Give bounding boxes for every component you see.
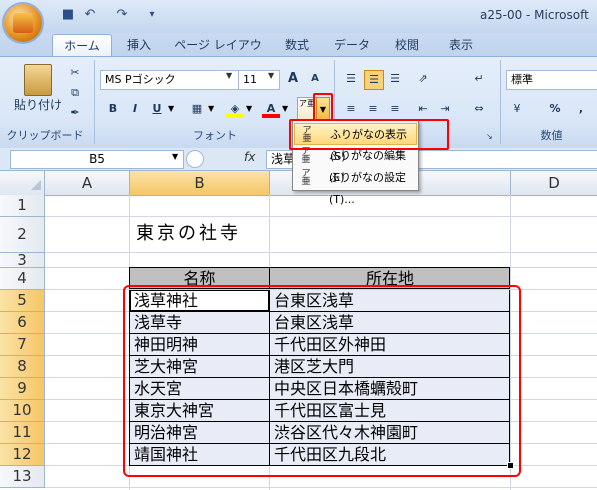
- align-middle-icon[interactable]: ☰: [364, 70, 384, 90]
- paste-icon[interactable]: [24, 64, 52, 96]
- column-header-d[interactable]: D: [511, 171, 597, 196]
- name-box-dropdown-icon[interactable]: ▼: [172, 152, 178, 161]
- merge-center-icon[interactable]: ⇔: [470, 100, 488, 118]
- tab-review[interactable]: 校閲: [390, 34, 424, 56]
- borders-dropdown-icon[interactable]: ▼: [208, 104, 214, 113]
- tab-data[interactable]: データ: [332, 34, 372, 56]
- office-button[interactable]: [4, 4, 42, 42]
- menu-item-highlight: [289, 119, 449, 150]
- cut-icon[interactable]: ✂: [66, 64, 84, 82]
- insert-function-button[interactable]: fx: [244, 150, 255, 164]
- font-name-dropdown-icon[interactable]: ▼: [226, 71, 232, 80]
- row-header-11[interactable]: 11: [0, 422, 45, 444]
- increase-indent-icon[interactable]: ⇥: [436, 100, 454, 118]
- align-center-icon[interactable]: ≡: [364, 100, 382, 118]
- formula-bar-scroll-icon[interactable]: [186, 150, 204, 168]
- bold-button[interactable]: B: [104, 100, 122, 118]
- selection-highlight: [123, 285, 521, 477]
- gridline: [45, 487, 597, 488]
- wrap-text-icon[interactable]: ↵: [470, 70, 488, 88]
- menu-item-label: ふりがなの設定(T)...: [329, 171, 406, 206]
- align-left-icon[interactable]: ≡: [342, 100, 360, 118]
- alignment-launcher-icon[interactable]: ↘: [486, 132, 493, 141]
- number-group-label: 数値: [540, 129, 563, 142]
- currency-icon[interactable]: ¥: [508, 100, 526, 118]
- fill-color-icon[interactable]: ◈: [226, 100, 244, 118]
- row-header-7[interactable]: 7: [0, 334, 45, 356]
- tab-formulas[interactable]: 数式: [280, 34, 314, 56]
- underline-button[interactable]: U: [148, 100, 166, 118]
- grow-font-button[interactable]: A: [284, 70, 302, 88]
- row-header-13[interactable]: 13: [0, 466, 45, 488]
- row-header-10[interactable]: 10: [0, 400, 45, 422]
- row-header-1[interactable]: 1: [0, 195, 45, 217]
- tab-view[interactable]: 表示: [444, 34, 478, 56]
- align-right-icon[interactable]: ≡: [386, 100, 404, 118]
- sheet-title[interactable]: 東京の社寺: [136, 222, 241, 246]
- gridline: [45, 252, 597, 253]
- redo-icon[interactable]: ↷: [114, 7, 130, 23]
- row-header-12[interactable]: 12: [0, 444, 45, 466]
- shrink-font-button[interactable]: A: [306, 70, 324, 88]
- office-logo-icon: [13, 13, 33, 33]
- row-header-3[interactable]: 3: [0, 253, 45, 268]
- row-header-2[interactable]: 2: [0, 217, 45, 253]
- align-bottom-icon[interactable]: ☰: [386, 70, 404, 88]
- column-header-b[interactable]: B: [130, 171, 270, 196]
- tab-insert[interactable]: 挿入: [122, 34, 156, 56]
- format-painter-icon[interactable]: ✒: [66, 104, 84, 122]
- row-header-9[interactable]: 9: [0, 378, 45, 400]
- window-title: a25-00 - Microsoft: [480, 8, 589, 22]
- underline-dropdown-icon[interactable]: ▼: [168, 104, 174, 113]
- tab-page-layout[interactable]: ページ レイアウト: [170, 34, 266, 74]
- save-icon[interactable]: ■: [60, 7, 76, 23]
- clipboard-group-label: クリップボード: [6, 129, 84, 142]
- fill-color-dropdown-icon[interactable]: ▼: [246, 104, 252, 113]
- copy-icon[interactable]: ⧉: [66, 84, 84, 102]
- name-box[interactable]: B5: [10, 150, 184, 169]
- number-format-box[interactable]: 標準: [506, 70, 597, 90]
- orientation-icon[interactable]: ⇗: [414, 70, 432, 88]
- menu-item-furigana-settings[interactable]: ア亜 ふりがなの設定(T)...: [294, 167, 417, 207]
- row-header-4[interactable]: 4: [0, 268, 45, 290]
- font-name-box[interactable]: MS Pゴシック: [100, 70, 240, 90]
- furigana-edit-icon: ア亜: [301, 147, 311, 165]
- furigana-settings-icon: ア亜: [301, 169, 311, 187]
- gridline: [45, 216, 597, 217]
- group-divider: [500, 60, 501, 144]
- decrease-indent-icon[interactable]: ⇤: [414, 100, 432, 118]
- font-color-button[interactable]: A: [262, 100, 280, 118]
- comma-button[interactable]: ,: [572, 100, 590, 118]
- select-all-triangle-icon: [31, 180, 41, 190]
- qat-customize-icon[interactable]: ▾: [144, 7, 160, 23]
- tab-home[interactable]: ホーム: [52, 34, 112, 57]
- borders-icon[interactable]: ▦: [188, 100, 206, 118]
- font-size-dropdown-icon[interactable]: ▼: [268, 71, 274, 80]
- font-color-dropdown-icon[interactable]: ▼: [282, 104, 288, 113]
- italic-button[interactable]: I: [126, 100, 144, 118]
- group-divider: [94, 60, 95, 144]
- row-header-5[interactable]: 5: [0, 290, 45, 312]
- undo-icon[interactable]: ↶: [82, 7, 98, 23]
- column-header-a[interactable]: A: [45, 171, 130, 196]
- align-top-icon[interactable]: ☰: [342, 70, 360, 88]
- percent-button[interactable]: %: [546, 100, 564, 118]
- row-header-8[interactable]: 8: [0, 356, 45, 378]
- row-header-6[interactable]: 6: [0, 312, 45, 334]
- paste-button-label[interactable]: 貼り付け: [14, 96, 62, 113]
